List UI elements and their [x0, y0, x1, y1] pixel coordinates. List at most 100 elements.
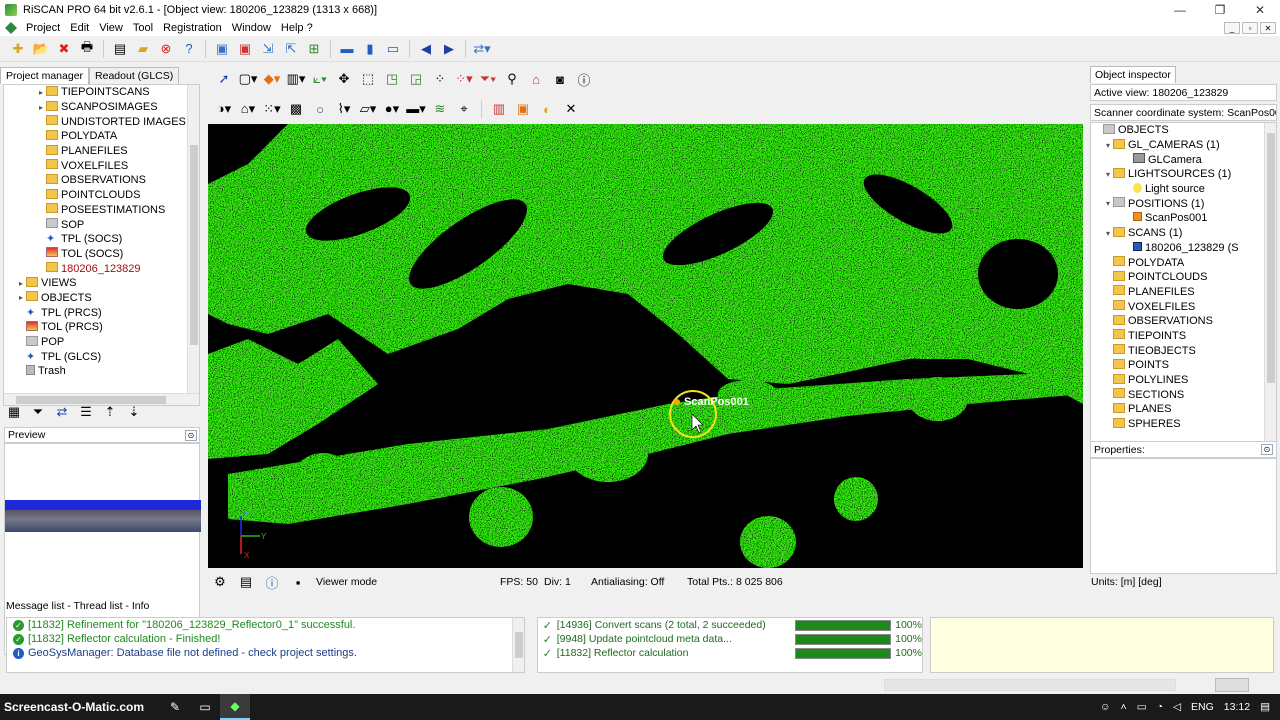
- save-icon[interactable]: ▪: [288, 572, 308, 592]
- move-icon[interactable]: ✥: [334, 69, 354, 89]
- close-view-icon[interactable]: ✕: [561, 99, 581, 119]
- points-red-icon[interactable]: ⁘▾: [454, 69, 474, 89]
- project-tree-item[interactable]: VOXELFILES: [4, 158, 199, 173]
- pattern-icon[interactable]: ▩: [286, 99, 306, 119]
- person-icon[interactable]: ☺: [1100, 701, 1111, 713]
- expand-chevron-icon[interactable]: ▸: [36, 103, 46, 112]
- object-tree-item[interactable]: VOXELFILES: [1091, 299, 1276, 314]
- properties-pin-icon[interactable]: ⊙: [1261, 444, 1273, 455]
- project-tree-item[interactable]: ✦ TPL (GLCS): [4, 349, 199, 364]
- expand-chevron-icon[interactable]: ▾: [1103, 170, 1113, 179]
- sphere-icon[interactable]: ◑▾: [214, 99, 234, 119]
- funnel-icon[interactable]: ⏷▾: [478, 69, 498, 89]
- sort-asc-icon[interactable]: ⇡: [100, 402, 120, 422]
- terminal-app-icon[interactable]: ▭: [190, 694, 220, 720]
- select-area-icon[interactable]: ⬚: [358, 69, 378, 89]
- view-box-icon[interactable]: ▢▾: [238, 69, 258, 89]
- close-button[interactable]: ✕: [1240, 0, 1280, 20]
- message-row[interactable]: ✓ [11832] Refinement for "180206_123829_R…: [7, 618, 524, 632]
- transform-icon[interactable]: ⇱: [281, 39, 301, 59]
- pin-icon[interactable]: ⊙: [185, 429, 197, 441]
- object-tree-item[interactable]: PLANES: [1091, 402, 1276, 417]
- report-icon[interactable]: ▤: [236, 572, 256, 592]
- project-tree-item[interactable]: TOL (PRCS): [4, 320, 199, 335]
- folder-icon[interactable]: ▰: [133, 39, 153, 59]
- cube-icon[interactable]: ▣: [513, 99, 533, 119]
- split-vertical-icon[interactable]: ▮: [360, 39, 380, 59]
- swap-icon[interactable]: ⇄: [52, 402, 72, 422]
- camera-icon[interactable]: ◙: [550, 69, 570, 89]
- object-tree-item[interactable]: PLANEFILES: [1091, 285, 1276, 300]
- menu-tool[interactable]: Tool: [128, 22, 158, 34]
- ball-icon[interactable]: ●▾: [382, 99, 402, 119]
- dots-icon[interactable]: ⁙▾: [262, 99, 282, 119]
- project-tree-item[interactable]: ✦ TPL (PRCS): [4, 305, 199, 320]
- pen-app-icon[interactable]: ✎: [160, 694, 190, 720]
- object-tree-item[interactable]: OBSERVATIONS: [1091, 314, 1276, 329]
- expand-chevron-icon[interactable]: ▾: [1103, 199, 1113, 208]
- settings-gear-icon[interactable]: ⚙: [210, 572, 230, 592]
- project-tree-item[interactable]: Trash: [4, 364, 199, 379]
- window-icon[interactable]: ▭: [383, 39, 403, 59]
- object-tree-item[interactable]: ▾ LIGHTSOURCES (1): [1091, 167, 1276, 182]
- tree-vertical-scrollbar[interactable]: [187, 85, 199, 405]
- project-tree-item[interactable]: POINTCLOUDS: [4, 188, 199, 203]
- task-row[interactable]: ✓ [9948] Update pointcloud meta data... 10…: [538, 632, 922, 646]
- menu-window[interactable]: Window: [227, 22, 276, 34]
- scanpos-label[interactable]: ScanPos001: [684, 396, 749, 408]
- project-tree-item[interactable]: POLYDATA: [4, 129, 199, 144]
- object-tree-item[interactable]: SECTIONS: [1091, 387, 1276, 402]
- notifications-icon[interactable]: ▤: [1260, 701, 1270, 713]
- task-row[interactable]: ✓ [11832] Reflector calculation 100%: [538, 646, 922, 660]
- tab-project-manager[interactable]: Project manager: [0, 67, 90, 84]
- message-row[interactable]: i GeoSysManager: Database file not define…: [7, 646, 524, 660]
- project-tree-item[interactable]: ▸ SCANPOSIMAGES: [4, 100, 199, 115]
- scanner-icon[interactable]: ▣: [212, 39, 232, 59]
- color-mode-icon[interactable]: ◆▾: [262, 69, 282, 89]
- maximize-button[interactable]: ❐: [1200, 0, 1240, 20]
- select-cursor-icon[interactable]: ➚: [214, 69, 234, 89]
- message-row[interactable]: ✓ [11832] Reflector calculation - Finishe…: [7, 632, 524, 646]
- stop-icon[interactable]: ⊗: [156, 39, 176, 59]
- object-tree-item[interactable]: ScanPos001: [1091, 211, 1276, 226]
- menu-project[interactable]: Project: [21, 22, 65, 34]
- object-tree-item[interactable]: POINTCLOUDS: [1091, 270, 1276, 285]
- project-tree-item[interactable]: ▸ VIEWS: [4, 276, 199, 291]
- expand-chevron-icon[interactable]: ▾: [1103, 229, 1113, 238]
- axis-icon[interactable]: ⟀▾: [310, 69, 330, 89]
- project-tree-item[interactable]: UNDISTORTED IMAGES: [4, 114, 199, 129]
- expand-chevron-icon[interactable]: ▾: [1103, 141, 1113, 150]
- xyz-icon[interactable]: ⇲: [258, 39, 278, 59]
- object-tree-item[interactable]: ▾ SCANS (1): [1091, 226, 1276, 241]
- project-tree-item[interactable]: SOP: [4, 217, 199, 232]
- list-icon[interactable]: ☰: [76, 402, 96, 422]
- green-select-2-icon[interactable]: ◲: [406, 69, 426, 89]
- project-tree-item[interactable]: OBSERVATIONS: [4, 173, 199, 188]
- chevron-up-icon[interactable]: ˄: [1121, 701, 1127, 713]
- green-select-icon[interactable]: ◳: [382, 69, 402, 89]
- circle-icon[interactable]: ○: [310, 99, 330, 119]
- route-icon[interactable]: ⌇▾: [334, 99, 354, 119]
- menu-view[interactable]: View: [94, 22, 128, 34]
- mdi-minimize-button[interactable]: _: [1224, 22, 1240, 34]
- tab-readout[interactable]: Readout (GLCS): [89, 67, 180, 84]
- crane-icon[interactable]: ⌂: [526, 69, 546, 89]
- grid-icon[interactable]: ▦: [4, 402, 24, 422]
- register-icon[interactable]: ⊞: [304, 39, 324, 59]
- clock[interactable]: 13:12: [1224, 701, 1250, 713]
- project-tree-item[interactable]: POP: [4, 335, 199, 350]
- open-project-icon[interactable]: 📂: [31, 39, 51, 59]
- expand-chevron-icon[interactable]: ▸: [16, 279, 26, 288]
- rectangle-icon[interactable]: ▬▾: [406, 99, 426, 119]
- object-tree-item[interactable]: POINTS: [1091, 358, 1276, 373]
- project-tree-item[interactable]: TOL (SOCS): [4, 247, 199, 262]
- print-icon[interactable]: 🖶: [77, 39, 97, 59]
- help-icon[interactable]: ?: [179, 39, 199, 59]
- scanner-red-icon[interactable]: ▣: [235, 39, 255, 59]
- ruler-icon[interactable]: ▱▾: [358, 99, 378, 119]
- mdi-app-icon[interactable]: [5, 22, 17, 34]
- menu-edit[interactable]: Edit: [65, 22, 94, 34]
- language-indicator[interactable]: ENG: [1191, 701, 1214, 713]
- layers-icon[interactable]: ≋: [430, 99, 450, 119]
- split-horizontal-icon[interactable]: ▬: [337, 39, 357, 59]
